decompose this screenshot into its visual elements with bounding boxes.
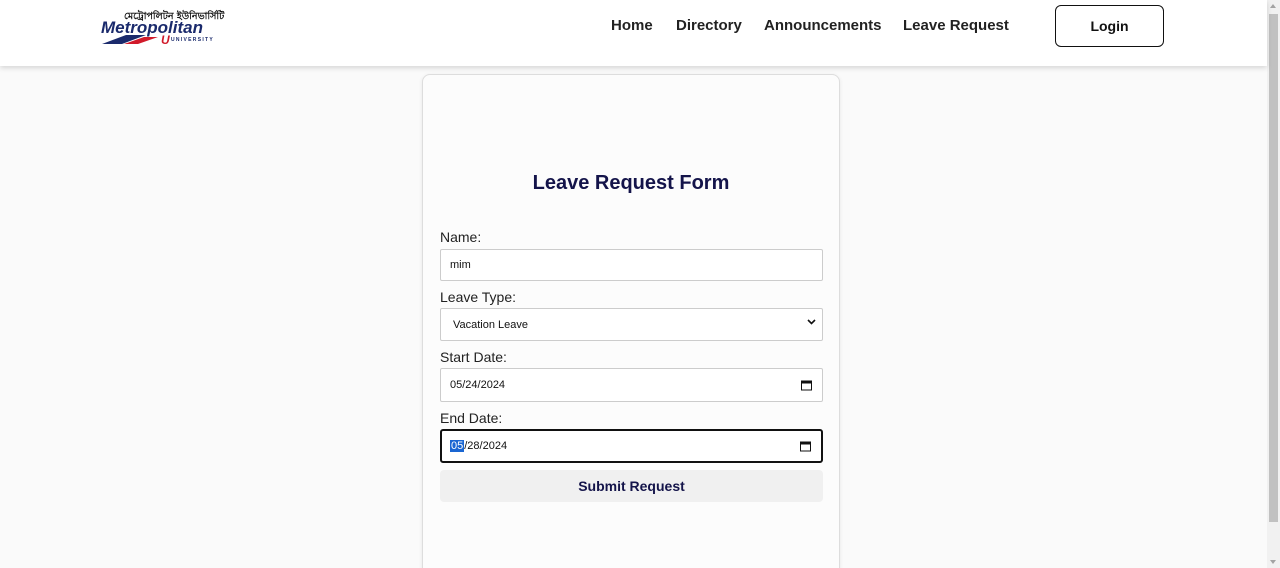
name-input[interactable]: mim [440, 249, 823, 281]
nav-directory[interactable]: Directory [676, 17, 742, 34]
end-date-rest: /28/2024 [464, 440, 508, 452]
vertical-scrollbar[interactable] [1267, 0, 1280, 568]
nav-announcements[interactable]: Announcements [764, 17, 882, 34]
calendar-icon[interactable] [800, 441, 811, 452]
name-input-value: mim [450, 259, 471, 271]
end-date-month-segment[interactable]: 05 [450, 440, 465, 452]
leave-request-card: Leave Request Form Name: mim Leave Type:… [422, 74, 840, 568]
chevron-down-icon [807, 317, 816, 329]
university-logo-graphic: মেট্রোপলিটন ইউনিভার্সিটি Metropolitan U … [101, 8, 225, 46]
start-date-value: 05/24/2024 [450, 379, 506, 391]
name-label: Name: [440, 229, 482, 245]
logo-wordmark: Metropolitan [101, 18, 203, 37]
end-date-input[interactable]: 05/28/2024 [440, 429, 823, 463]
leave-type-select[interactable]: Vacation Leave [440, 308, 823, 341]
logo-subtext: UNIVERSITY [171, 37, 214, 43]
scroll-up-arrow-icon[interactable] [1270, 4, 1276, 8]
nav-leave-request[interactable]: Leave Request [903, 17, 1009, 34]
leave-type-label: Leave Type: [440, 289, 517, 305]
login-button[interactable]: Login [1055, 5, 1164, 47]
scrollbar-thumb[interactable] [1269, 14, 1278, 522]
start-date-label: Start Date: [440, 349, 507, 365]
university-logo[interactable]: মেট্রোপলিটন ইউনিভার্সিটি Metropolitan U … [98, 8, 248, 46]
scroll-down-arrow-icon[interactable] [1270, 560, 1276, 564]
form-title: Leave Request Form [532, 172, 730, 194]
nav-home[interactable]: Home [611, 17, 653, 34]
start-date-input[interactable]: 05/24/2024 [440, 368, 823, 402]
calendar-icon[interactable] [801, 380, 812, 391]
top-navbar: মেট্রোপলিটন ইউনিভার্সিটি Metropolitan U … [0, 0, 1267, 66]
end-date-label: End Date: [440, 410, 503, 426]
logo-u-letter: U [161, 33, 170, 46]
submit-request-button[interactable]: Submit Request [440, 470, 823, 502]
leave-type-selected-value: Vacation Leave [453, 318, 529, 331]
